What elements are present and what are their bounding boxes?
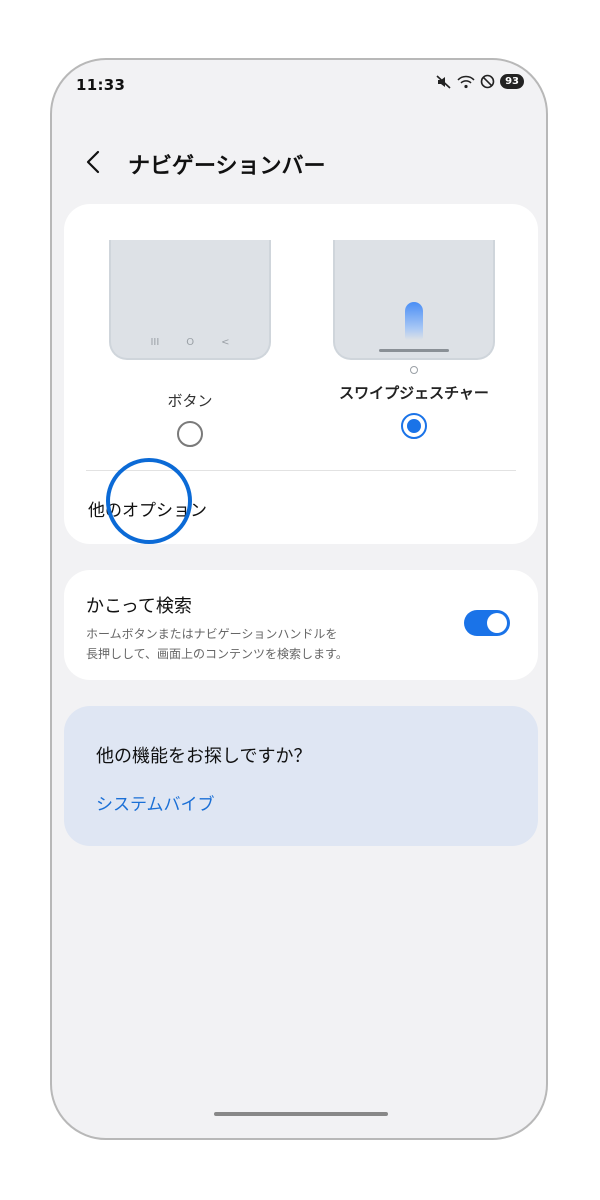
- radio-swipe-gestures[interactable]: [401, 413, 427, 439]
- battery-icon: 93: [500, 74, 524, 89]
- more-features-card: 他の機能をお探しですか？ システムバイブ: [64, 706, 538, 846]
- circle-to-search-text: かこって検索 ホームボタンまたはナビゲーションハンドルを 長押しして、画面上のコ…: [86, 592, 426, 664]
- option-swipe-gestures[interactable]: スワイプジェスチャー: [332, 240, 496, 439]
- description-line-2: 長押しして、画面上のコンテンツを検索します。: [86, 647, 348, 661]
- option-buttons-label: ボタン: [167, 392, 213, 410]
- gesture-handle: [379, 349, 449, 352]
- other-options-label: 他のオプション: [88, 500, 207, 521]
- home-key-icon: O: [186, 337, 195, 348]
- system-vibration-link[interactable]: システムバイブ: [96, 790, 215, 815]
- radio-buttons[interactable]: [177, 421, 203, 447]
- do-not-disturb-icon: [480, 74, 495, 89]
- nav-keys: III O <: [111, 337, 269, 348]
- status-bar: 11:33 93: [52, 60, 546, 112]
- gesture-preview: [333, 240, 495, 360]
- other-options-item[interactable]: 他のオプション: [64, 472, 538, 544]
- buttons-preview: III O <: [109, 240, 271, 360]
- chevron-left-icon: [86, 150, 100, 178]
- navigation-type-card: III O < ボタン スワイプジェスチャー 他のオプション: [64, 204, 538, 544]
- home-indicator[interactable]: [214, 1112, 388, 1116]
- back-button[interactable]: [86, 144, 114, 184]
- option-buttons[interactable]: III O < ボタン: [108, 240, 272, 447]
- divider: [86, 470, 516, 471]
- circle-to-search-toggle[interactable]: [464, 610, 510, 636]
- gesture-dot-icon: [410, 366, 418, 374]
- status-time: 11:33: [76, 76, 126, 94]
- back-key-icon: <: [221, 337, 230, 348]
- recents-key-icon: III: [150, 337, 160, 348]
- status-icons: 93: [436, 74, 524, 89]
- swipe-gesture-icon: [405, 302, 423, 340]
- phone-screen: 11:33 93 ナビゲーションバー III O < ボタン スワイプジェスチャ…: [50, 58, 548, 1140]
- mute-icon: [436, 74, 452, 89]
- toggle-knob: [487, 613, 507, 633]
- header: ナビゲーションバー: [86, 144, 326, 184]
- circle-to-search-title: かこって検索: [86, 596, 192, 617]
- more-features-question: 他の機能をお探しですか？: [96, 746, 312, 767]
- page-title: ナビゲーションバー: [128, 154, 326, 179]
- option-gestures-label: スワイプジェスチャー: [339, 384, 489, 402]
- wifi-icon: [457, 75, 475, 89]
- circle-to-search-description: ホームボタンまたはナビゲーションハンドルを 長押しして、画面上のコンテンツを検索…: [86, 624, 426, 664]
- description-line-1: ホームボタンまたはナビゲーションハンドルを: [86, 627, 338, 641]
- circle-to-search-card[interactable]: かこって検索 ホームボタンまたはナビゲーションハンドルを 長押しして、画面上のコ…: [64, 570, 538, 680]
